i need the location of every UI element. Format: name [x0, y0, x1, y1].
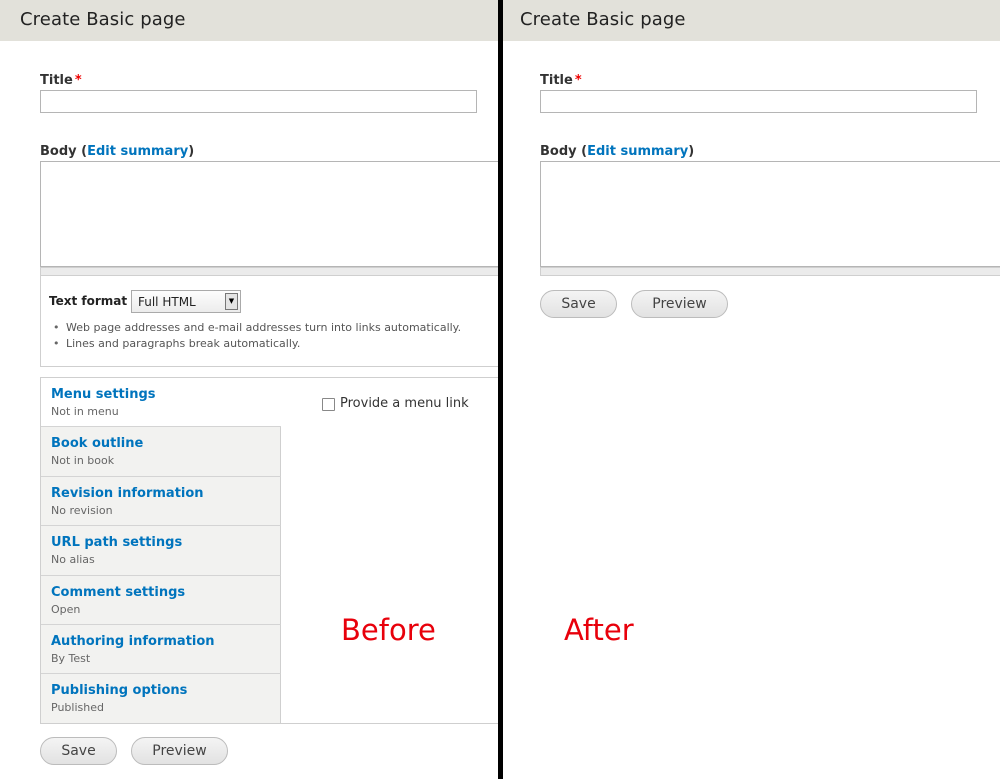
tab-book-outline[interactable]: Book outline Not in book — [41, 427, 281, 477]
menu-link-checkbox-label[interactable]: Provide a menu link — [340, 396, 469, 411]
page-title: Create Basic page — [520, 9, 686, 30]
after-caption: After — [564, 613, 634, 647]
vertical-tab-pane: Provide a menu link — [281, 378, 498, 723]
required-marker: * — [74, 73, 82, 88]
save-button[interactable]: Save — [540, 290, 617, 318]
body-textarea[interactable] — [540, 161, 1000, 267]
tab-revision-information[interactable]: Revision information No revision — [41, 477, 281, 526]
title-input[interactable] — [540, 90, 977, 113]
title-label: Title * — [540, 73, 582, 88]
list-item: Web page addresses and e-mail addresses … — [53, 321, 461, 337]
title-input[interactable] — [40, 90, 477, 113]
body-label: Body (Edit summary) — [540, 144, 695, 159]
edit-summary-link[interactable]: Edit summary — [587, 144, 688, 159]
body-textarea[interactable] — [40, 161, 498, 267]
before-caption: Before — [341, 613, 436, 647]
page-header: Create Basic page — [0, 0, 498, 41]
preview-button[interactable]: Preview — [631, 290, 728, 318]
tab-authoring-information[interactable]: Authoring information By Test — [41, 625, 281, 674]
page-header: Create Basic page — [503, 0, 1000, 41]
required-marker: * — [574, 73, 582, 88]
tab-comment-settings[interactable]: Comment settings Open — [41, 576, 281, 625]
vertical-tabs: Menu settings Not in menu Book outline N… — [40, 377, 498, 724]
format-tips-list: Web page addresses and e-mail addresses … — [53, 321, 461, 353]
page-title: Create Basic page — [20, 9, 186, 30]
tab-url-path-settings[interactable]: URL path settings No alias — [41, 526, 281, 576]
body-label: Body (Edit summary) — [40, 144, 195, 159]
menu-link-checkbox[interactable] — [322, 398, 335, 411]
text-format-label: Text format — [49, 294, 128, 308]
tab-menu-settings[interactable]: Menu settings Not in menu — [41, 378, 281, 427]
text-format-value: Full HTML — [138, 295, 196, 309]
before-panel: Create Basic page Title * Body (Edit summ… — [0, 0, 498, 779]
list-item: Lines and paragraphs break automatically… — [53, 337, 461, 353]
tab-publishing-options[interactable]: Publishing options Published — [41, 674, 281, 723]
textarea-resize-grip[interactable] — [40, 267, 498, 276]
save-button[interactable]: Save — [40, 737, 117, 765]
title-label: Title * — [40, 73, 82, 88]
text-format-select[interactable]: Full HTML ▼ — [131, 290, 241, 313]
after-panel: Create Basic page Title * Body (Edit summ… — [503, 0, 1000, 779]
vertical-tabs-menu: Menu settings Not in menu Book outline N… — [41, 378, 281, 723]
select-arrow-icon: ▼ — [225, 293, 238, 310]
textarea-resize-grip[interactable] — [540, 267, 1000, 276]
edit-summary-link[interactable]: Edit summary — [87, 144, 188, 159]
preview-button[interactable]: Preview — [131, 737, 228, 765]
